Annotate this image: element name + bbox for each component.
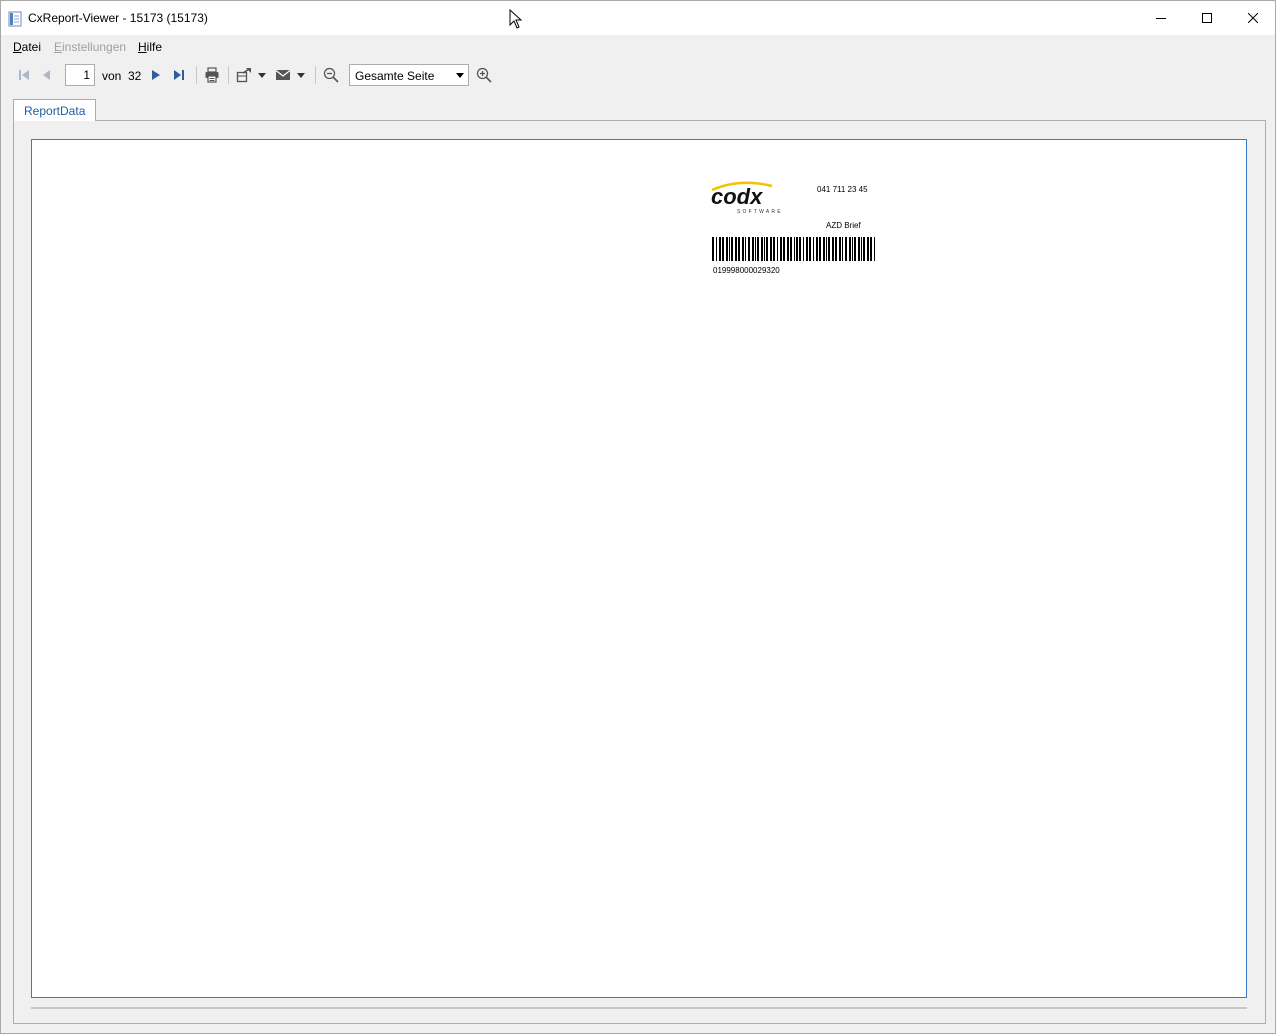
barcode-bar [870,237,872,261]
barcode-bar [832,237,834,261]
barcode-bar [806,237,808,261]
barcode-bar [790,237,792,261]
barcode-bar [826,237,827,261]
app-icon [8,11,22,27]
barcode-bar [729,237,730,261]
print-icon[interactable] [204,67,220,83]
phone-number: 041 711 23 45 [817,185,868,194]
barcode-bar [849,237,851,261]
barcode-bar [722,237,724,261]
barcode-bar [731,237,733,261]
barcode-bar [796,237,798,261]
barcode-bar [770,237,772,261]
barcode-bar [735,237,737,261]
export-dropdown-icon[interactable] [257,67,267,83]
barcode-bar [787,237,789,261]
tab-label: ReportData [24,104,86,118]
barcode-bar [766,237,768,261]
mouse-cursor-icon [509,9,523,29]
close-button[interactable] [1230,1,1276,35]
last-page-icon[interactable] [171,67,187,83]
barcode-bar [863,237,865,261]
barcode-bar [755,237,756,261]
barcode-bar [842,237,843,261]
mail-dropdown-icon[interactable] [296,67,306,83]
svg-text:SOFTWARE: SOFTWARE [737,209,783,215]
barcode-bar [764,237,765,261]
barcode-bar [845,237,847,261]
barcode-bar [861,237,862,261]
barcode-bar [854,237,856,261]
barcode-number: 019998000029320 [713,266,780,275]
report-viewer-window: CxReport-Viewer - 15173 (15173) Datei Ei… [0,0,1276,1034]
zoom-select-value: Gesamte Seite [355,69,435,83]
barcode-bar [839,237,841,261]
svg-text:codx: codx [711,184,763,209]
page-number-input[interactable]: 1 [65,64,95,86]
maximize-button[interactable] [1184,1,1230,35]
barcode-bar [777,237,778,261]
toolbar-separator [228,66,229,84]
close-icon [1248,13,1258,23]
barcode-bar [716,237,717,261]
zoom-in-icon[interactable] [476,67,492,83]
menu-settings[interactable]: Einstellungen [54,40,126,54]
barcode [712,237,875,261]
barcode-bar [816,237,818,261]
barcode-bar [809,237,811,261]
toolbar-separator [196,66,197,84]
zoom-select[interactable]: Gesamte Seite [349,64,469,86]
barcode-bar [867,237,869,261]
barcode-bar [726,237,728,261]
barcode-bar [780,237,782,261]
next-page-icon[interactable] [148,67,164,83]
tab-reportdata[interactable]: ReportData [13,99,96,121]
barcode-bar [874,237,875,261]
barcode-bar [819,237,821,261]
barcode-bar [757,237,759,261]
barcode-bar [794,237,795,261]
chevron-down-icon [456,73,464,78]
menu-file[interactable]: Datei [13,40,41,54]
total-pages-label: 32 [128,69,142,83]
barcode-bar [858,237,860,261]
maximize-icon [1202,13,1212,23]
page-of-label: von [102,69,122,83]
barcode-bar [852,237,853,261]
barcode-bar [835,237,837,261]
report-page[interactable] [31,139,1247,998]
barcode-bar [803,237,804,261]
menu-help[interactable]: Hilfe [138,40,162,54]
barcode-bar [823,237,825,261]
horizontal-scrollbar[interactable] [31,1007,1247,1009]
barcode-bar [712,237,714,261]
barcode-bar [783,237,785,261]
barcode-bar [752,237,754,261]
codx-logo: codx SOFTWARE [711,181,783,215]
minimize-button[interactable] [1138,1,1184,35]
barcode-bar [748,237,750,261]
previous-page-icon[interactable] [38,67,54,83]
barcode-bar [813,237,814,261]
barcode-bar [773,237,775,261]
barcode-bar [738,237,740,261]
window-title: CxReport-Viewer - 15173 (15173) [28,11,208,25]
menu-bar: Datei Einstellungen Hilfe [1,35,1275,57]
barcode-bar [742,237,744,261]
first-page-icon[interactable] [16,67,32,83]
title-bar[interactable]: CxReport-Viewer - 15173 (15173) [1,1,1275,35]
minimize-icon [1156,18,1166,19]
barcode-bar [761,237,763,261]
barcode-bar [719,237,721,261]
barcode-bar [828,237,830,261]
zoom-out-icon[interactable] [323,67,339,83]
barcode-bar [745,237,746,261]
toolbar-separator [315,66,316,84]
export-icon[interactable] [236,67,252,83]
barcode-bar [799,237,801,261]
document-type: AZD Brief [826,221,861,230]
mail-icon[interactable] [275,67,291,83]
